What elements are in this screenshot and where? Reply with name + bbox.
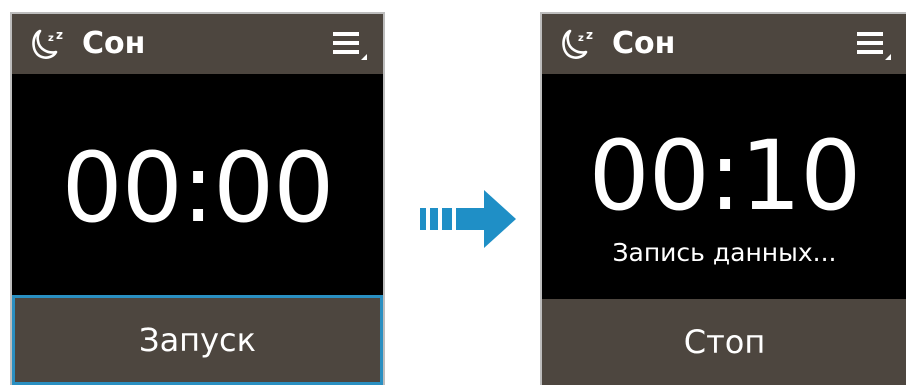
app-header: z z Сон bbox=[12, 14, 383, 74]
sleep-screen-idle: z z Сон 00:00 Запуск bbox=[10, 12, 385, 385]
app-title: Сон bbox=[612, 26, 676, 61]
stop-button[interactable]: Стоп bbox=[542, 299, 906, 385]
svg-text:z: z bbox=[586, 28, 593, 42]
sleep-moon-icon: z z bbox=[562, 28, 593, 59]
sleep-screen-recording: z z Сон 00:10 Запись данных... Стоп bbox=[540, 12, 906, 385]
menu-icon[interactable] bbox=[333, 32, 367, 60]
start-button[interactable]: Запуск bbox=[12, 295, 383, 385]
recording-status: Запись данных... bbox=[612, 238, 837, 267]
menu-icon[interactable] bbox=[857, 32, 891, 60]
sleep-moon-icon: z z bbox=[32, 28, 63, 59]
timer-display: 00:10 bbox=[588, 120, 862, 232]
svg-text:z: z bbox=[48, 33, 54, 44]
app-title: Сон bbox=[82, 26, 146, 61]
svg-text:z: z bbox=[56, 28, 63, 42]
timer-display: 00:00 bbox=[61, 132, 335, 244]
svg-text:z: z bbox=[578, 33, 584, 44]
app-header: z z Сон bbox=[542, 14, 906, 74]
right-arrow-icon bbox=[420, 190, 516, 248]
